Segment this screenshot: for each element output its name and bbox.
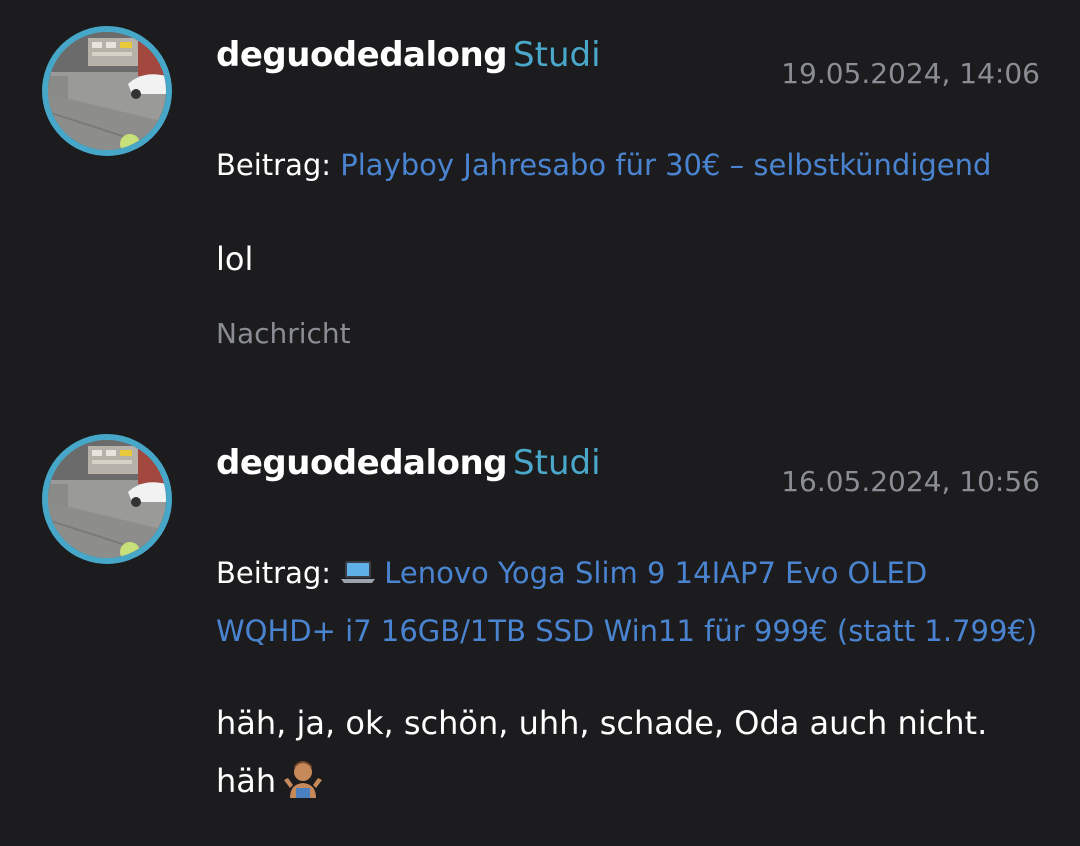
- comment-line: häh, ja, ok, schön, uhh, schade, Oda auc…: [216, 704, 988, 742]
- comment-text: häh, ja, ok, schön, uhh, schade, Oda auc…: [216, 694, 1056, 810]
- shrug-icon: [284, 761, 323, 798]
- comment-line-text: häh: [216, 762, 277, 800]
- timestamp: 19.05.2024, 14:06: [781, 57, 1040, 90]
- thread-link[interactable]: Playboy Jahresabo für 30€ – selbstkündig…: [340, 148, 991, 182]
- timestamp: 16.05.2024, 10:56: [781, 465, 1040, 498]
- avatar[interactable]: [42, 434, 172, 564]
- thread-link[interactable]: Lenovo Yoga Slim 9 14IAP7 Evo OLED WQHD+…: [216, 556, 1037, 648]
- author-line: deguodedalong Studi: [216, 440, 601, 486]
- author-line: deguodedalong Studi: [216, 32, 601, 78]
- thread-reference: Beitrag: Playboy Jahresabo für 30€ – sel…: [216, 136, 1046, 194]
- thread-title: Lenovo Yoga Slim 9 14IAP7 Evo OLED WQHD+…: [216, 556, 1038, 648]
- user-role-badge: Studi: [513, 35, 601, 75]
- laptop-icon: [341, 561, 376, 583]
- avatar-photo: [48, 440, 166, 558]
- user-role-badge: Studi: [513, 443, 601, 483]
- thread-label: Beitrag:: [216, 148, 332, 182]
- username[interactable]: deguodedalong: [216, 35, 508, 75]
- avatar-photo: [48, 32, 166, 150]
- thread-label: Beitrag:: [216, 556, 332, 590]
- avatar[interactable]: [42, 26, 172, 156]
- username[interactable]: deguodedalong: [216, 443, 508, 483]
- comment-line: häh: [216, 752, 1056, 810]
- comment-type-label: Nachricht: [216, 317, 351, 350]
- thread-reference: Beitrag: Lenovo Yoga Slim 9 14IAP7 Evo O…: [216, 544, 1046, 660]
- comment-text: lol: [216, 240, 254, 278]
